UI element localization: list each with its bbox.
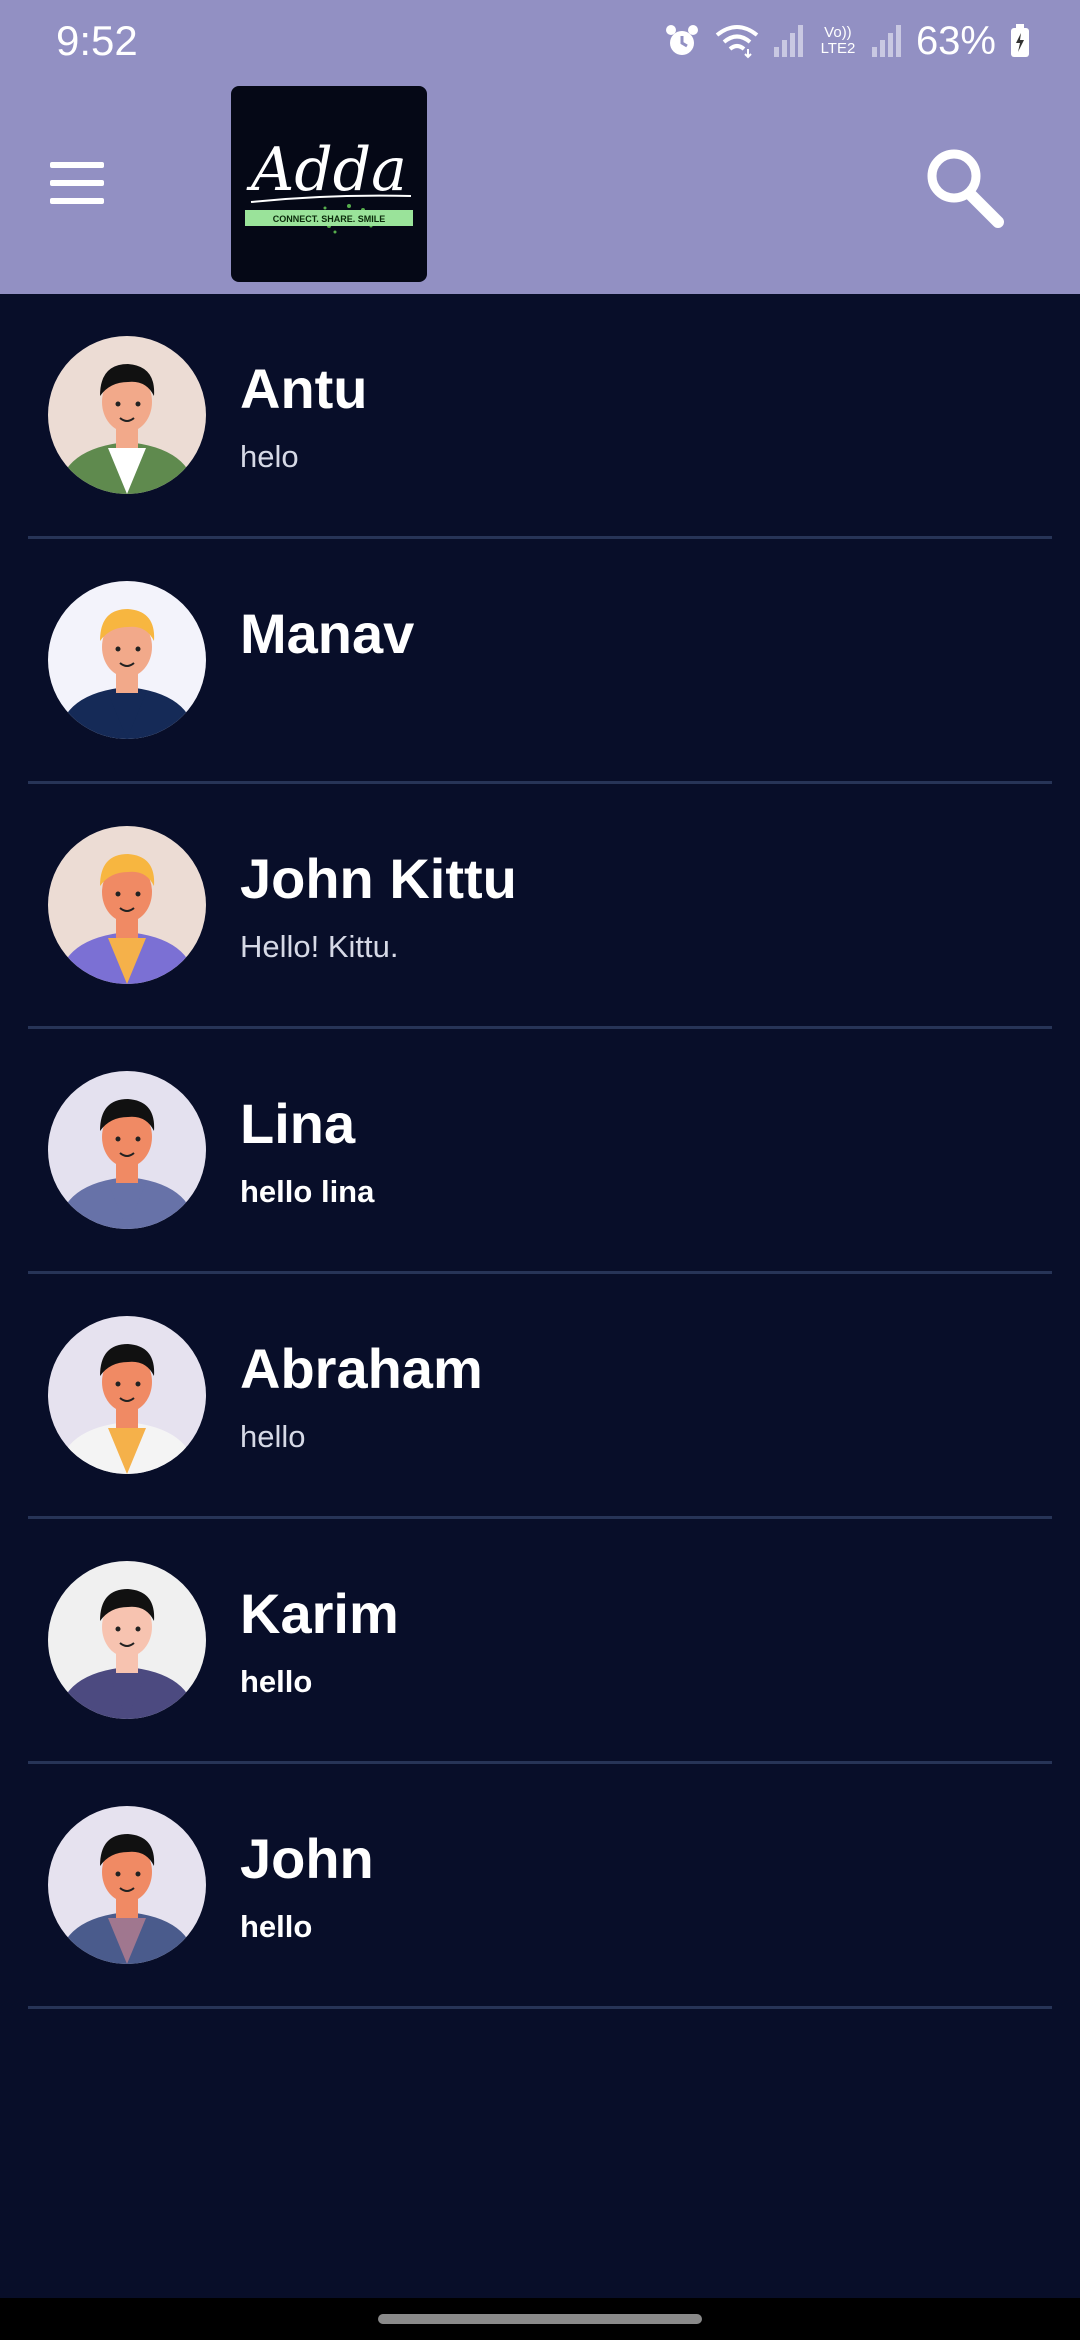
signal-icon bbox=[871, 25, 901, 57]
contact-name: John bbox=[240, 1827, 374, 1890]
battery-percentage: 63% bbox=[915, 18, 996, 63]
contact-name: John Kittu bbox=[240, 847, 517, 910]
wifi-icon bbox=[715, 25, 759, 59]
last-message: hello lina bbox=[240, 1174, 375, 1209]
contact-name: Antu bbox=[240, 357, 368, 420]
search-icon bbox=[927, 149, 1004, 228]
menu-button[interactable] bbox=[50, 162, 106, 206]
avatar bbox=[48, 581, 206, 739]
last-message: hello bbox=[240, 1419, 306, 1454]
last-message: hello bbox=[240, 1664, 313, 1699]
chat-list-item[interactable]: Karim hello bbox=[0, 1519, 1080, 1764]
avatar bbox=[48, 336, 206, 494]
chat-list-item[interactable]: Lina hello lina bbox=[0, 1029, 1080, 1274]
app-logo: CONNECT. SHARE. SMILE Adda bbox=[231, 86, 427, 282]
home-gesture-handle[interactable] bbox=[378, 2314, 702, 2324]
last-message: helo bbox=[240, 439, 299, 474]
hamburger-menu-icon bbox=[50, 162, 104, 168]
status-icons: Vo)) LTE2 63% bbox=[664, 19, 1030, 64]
avatar bbox=[48, 826, 206, 984]
last-message: hello bbox=[240, 1909, 313, 1944]
last-message: Hello! Kittu. bbox=[240, 929, 399, 964]
divider bbox=[28, 2006, 1052, 2009]
avatar bbox=[48, 1071, 206, 1229]
alarm-icon bbox=[665, 25, 698, 55]
logo-wordmark: Adda bbox=[246, 135, 407, 205]
avatar bbox=[48, 1316, 206, 1474]
avatar bbox=[48, 1561, 206, 1719]
search-button[interactable] bbox=[922, 142, 1006, 232]
chat-list-item[interactable]: Manav bbox=[0, 539, 1080, 784]
contact-name: Karim bbox=[240, 1582, 399, 1645]
avatar bbox=[48, 1806, 206, 1964]
status-time: 9:52 bbox=[56, 17, 138, 64]
chat-list-item[interactable]: Abraham hello bbox=[0, 1274, 1080, 1519]
system-navigation-bar bbox=[0, 2298, 1080, 2340]
chat-list: Antu helo Manav John Kittu Hello! Kittu.… bbox=[0, 294, 1080, 2009]
signal-icon bbox=[773, 25, 803, 57]
battery-charging-icon bbox=[1011, 24, 1029, 57]
contact-name: Abraham bbox=[240, 1337, 483, 1400]
status-bar: 9:52 Vo)) LTE2 63% bbox=[0, 0, 1080, 82]
network-type-label: Vo)) LTE2 bbox=[820, 24, 856, 57]
contact-name: Lina bbox=[240, 1092, 356, 1155]
chat-list-item[interactable]: John hello bbox=[0, 1764, 1080, 2009]
contact-name: Manav bbox=[240, 602, 415, 665]
logo-tagline: CONNECT. SHARE. SMILE bbox=[273, 214, 386, 224]
app-bar: CONNECT. SHARE. SMILE Adda bbox=[0, 82, 1080, 294]
chat-list-item[interactable]: Antu helo bbox=[0, 294, 1080, 539]
chat-list-item[interactable]: John Kittu Hello! Kittu. bbox=[0, 784, 1080, 1029]
